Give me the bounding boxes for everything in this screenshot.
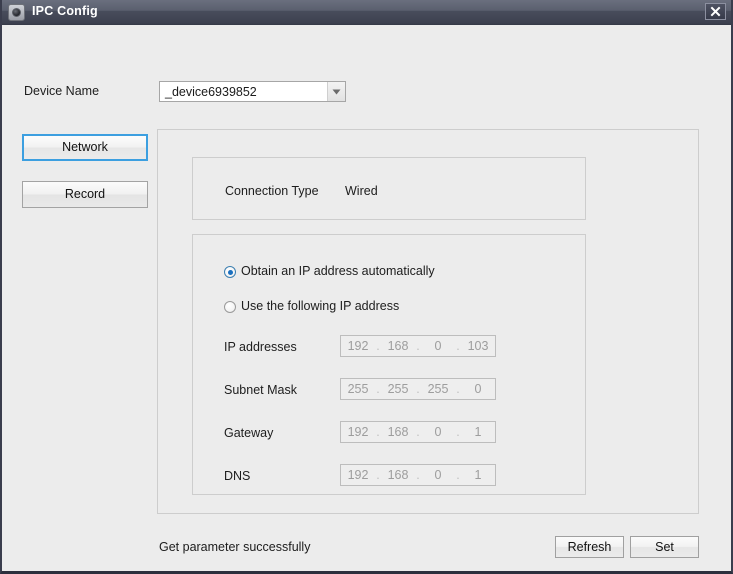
connection-type-group: Connection Type Wired	[192, 157, 586, 220]
octet-4: 1	[474, 425, 482, 439]
gateway-label: Gateway	[224, 426, 274, 440]
connection-type-label: Connection Type	[225, 184, 319, 198]
octet-1: 255	[347, 382, 369, 396]
device-name-value: _device6939852	[165, 85, 257, 99]
title-bar: IPC Config	[2, 0, 731, 26]
connection-type-value: Wired	[345, 184, 378, 198]
dns-label: DNS	[224, 469, 251, 483]
sidebar-item-network[interactable]: Network	[22, 134, 148, 161]
octet-1: 192	[347, 339, 369, 353]
content-panel: Connection Type Wired Obtain an IP addre…	[157, 129, 699, 514]
ip-address-input[interactable]: 192 . 168 . 0 . 103	[340, 335, 496, 357]
close-button[interactable]	[705, 3, 726, 20]
device-name-combo[interactable]: _device6939852	[159, 81, 346, 102]
client-area: Device Name _device6939852 Network Recor…	[2, 25, 731, 571]
octet-2: 168	[387, 425, 409, 439]
octet-3: 0	[434, 468, 442, 482]
gateway-input[interactable]: 192 . 168 . 0 . 1	[340, 421, 496, 443]
octet-1: 192	[347, 425, 369, 439]
octet-4: 0	[474, 382, 482, 396]
ip-address-label: IP addresses	[224, 340, 297, 354]
radio-use-following-ip-label: Use the following IP address	[241, 299, 400, 313]
subnet-mask-input[interactable]: 255 . 255 . 255 . 0	[340, 378, 496, 400]
octet-2: 168	[387, 468, 409, 482]
subnet-mask-label: Subnet Mask	[224, 383, 297, 397]
set-button[interactable]: Set	[630, 536, 699, 558]
ip-settings-group: Obtain an IP address automatically Use t…	[192, 234, 586, 495]
octet-4: 1	[474, 468, 482, 482]
radio-obtain-ip-automatically-label: Obtain an IP address automatically	[241, 264, 435, 278]
dns-input[interactable]: 192 . 168 . 0 . 1	[340, 464, 496, 486]
refresh-button[interactable]: Refresh	[555, 536, 624, 558]
octet-2: 255	[387, 382, 409, 396]
camera-lens-icon	[12, 8, 21, 17]
octet-2: 168	[387, 339, 409, 353]
radio-button-icon[interactable]	[224, 266, 236, 278]
octet-1: 192	[347, 468, 369, 482]
octet-3: 0	[434, 339, 442, 353]
octet-4: 103	[467, 339, 489, 353]
radio-button-icon[interactable]	[224, 301, 236, 313]
octet-3: 255	[427, 382, 449, 396]
window-title: IPC Config	[32, 4, 98, 18]
status-message: Get parameter successfully	[159, 540, 311, 554]
ipc-config-window: IPC Config Device Name _device6939852 Ne…	[0, 0, 733, 574]
camera-icon	[8, 4, 25, 21]
chevron-down-icon[interactable]	[327, 82, 345, 101]
device-name-label: Device Name	[24, 84, 100, 98]
close-icon	[710, 6, 721, 17]
octet-3: 0	[434, 425, 442, 439]
sidebar-item-record[interactable]: Record	[22, 181, 148, 208]
